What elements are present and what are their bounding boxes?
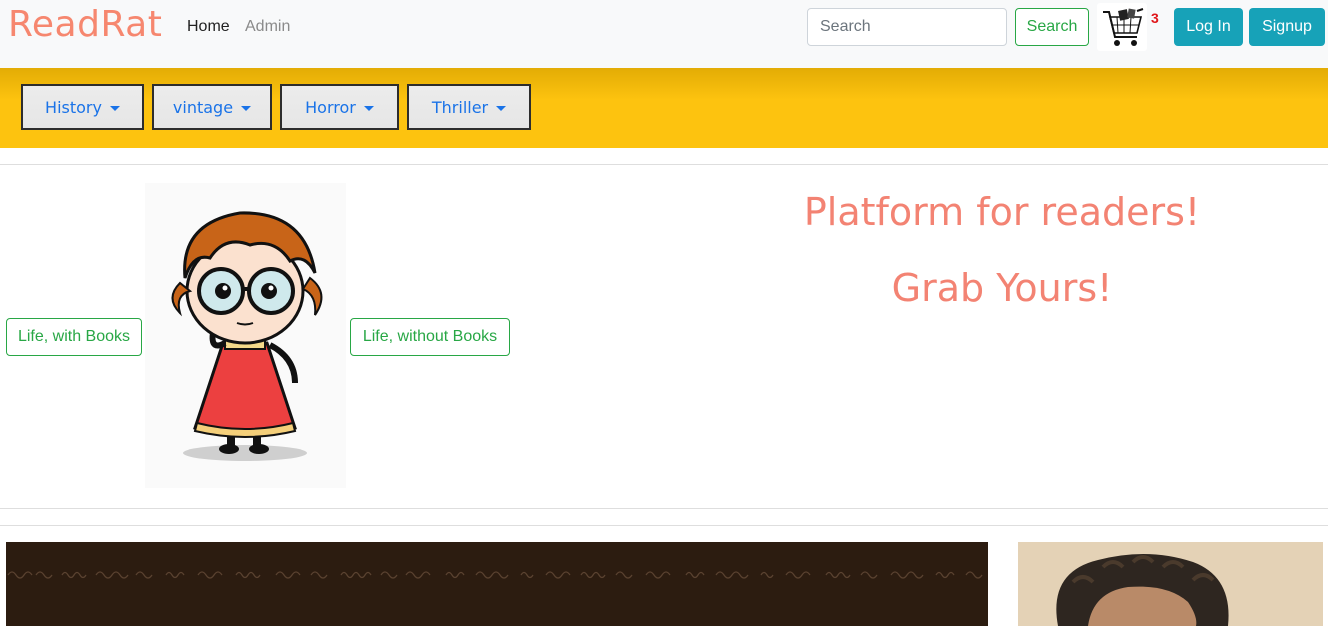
navbar: ReadRat Home Admin Search 3 Log In Signu…	[0, 0, 1328, 68]
divider	[0, 164, 1328, 165]
portrait-artwork	[1018, 542, 1323, 626]
caret-down-icon	[241, 105, 252, 111]
cart-count-badge: 3	[1151, 10, 1159, 26]
author-portrait-image	[1018, 542, 1323, 626]
genre-label: Horror	[305, 97, 356, 117]
caret-down-icon	[363, 105, 374, 111]
nav-link-admin[interactable]: Admin	[245, 18, 290, 36]
divider	[0, 508, 1328, 509]
login-button[interactable]: Log In	[1174, 8, 1243, 46]
life-without-books-button[interactable]: Life, without Books	[350, 318, 510, 356]
genre-label: vintage	[172, 97, 234, 117]
hero-headline: Platform for readers!	[803, 190, 1201, 234]
caret-down-icon	[109, 105, 120, 111]
brand-logo[interactable]: ReadRat	[8, 4, 162, 45]
cart-button[interactable]	[1097, 3, 1147, 51]
genre-dropdown-thriller[interactable]: Thriller	[407, 84, 531, 130]
divider	[0, 525, 1328, 526]
genre-label: History	[45, 97, 102, 117]
reading-girl-illustration	[145, 183, 346, 488]
genre-bar: History vintage Horror Thriller	[0, 68, 1328, 148]
featured-banner-image	[6, 542, 988, 626]
life-with-books-button[interactable]: Life, with Books	[6, 318, 142, 356]
genre-dropdown-vintage[interactable]: vintage	[152, 84, 272, 130]
shopping-cart-icon	[1103, 8, 1144, 46]
search-button[interactable]: Search	[1015, 8, 1089, 46]
caret-down-icon	[496, 105, 507, 111]
genre-dropdown-history[interactable]: History	[21, 84, 144, 130]
script-texture	[7, 571, 983, 579]
search-input[interactable]	[807, 8, 1007, 46]
nav-link-home[interactable]: Home	[187, 18, 230, 36]
genre-label: Thriller	[431, 97, 489, 117]
genre-dropdown-horror[interactable]: Horror	[280, 84, 399, 130]
signup-button[interactable]: Signup	[1249, 8, 1325, 46]
hero-subheadline: Grab Yours!	[891, 266, 1113, 310]
